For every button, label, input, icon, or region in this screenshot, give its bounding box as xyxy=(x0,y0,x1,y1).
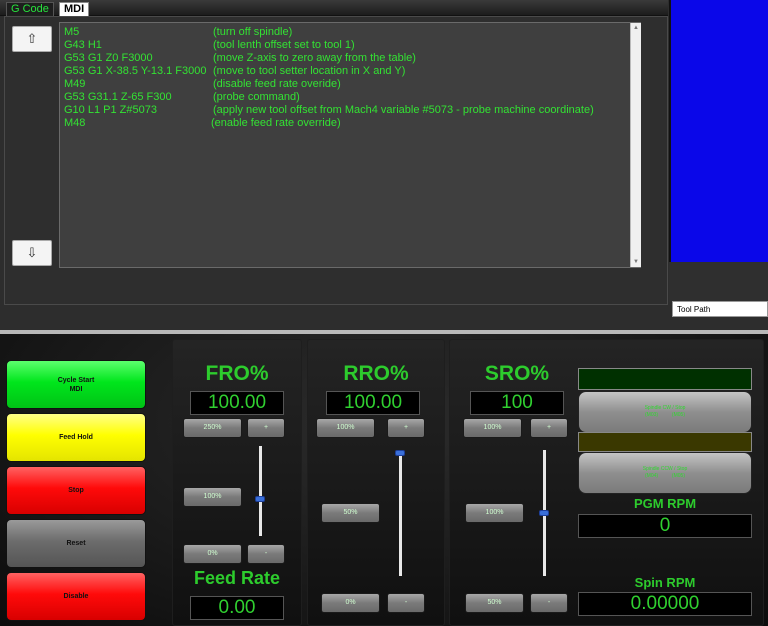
sro-title: SRO% xyxy=(484,362,550,385)
mdi-line-comment: (enable feed rate override) xyxy=(211,117,341,129)
sro-mid-button[interactable]: 100% xyxy=(465,503,524,523)
toolpath-panel-background xyxy=(669,262,768,302)
mdi-line-comment: (turn off spindle) xyxy=(213,26,293,38)
sro-minus-button[interactable]: - xyxy=(530,593,568,613)
mdi-line-code: M5 xyxy=(64,26,80,38)
sro-max-button[interactable]: 100% xyxy=(463,418,522,438)
arrow-up-icon: ⇧ xyxy=(26,31,38,46)
reset-button[interactable]: Reset xyxy=(6,519,146,568)
cycle-start-button[interactable]: Cycle Start MDI xyxy=(6,360,146,409)
tab-bar xyxy=(0,0,668,16)
pgm-rpm-label: PGM RPM xyxy=(633,496,697,511)
feed-rate-value: 0.00 xyxy=(190,596,284,620)
spindle-ccw-label: Spindle CCW / Stop xyxy=(642,466,688,472)
spin-rpm-label: Spin RPM xyxy=(634,575,696,590)
fro-value: 100.00 xyxy=(190,391,284,415)
spindle-cw-button[interactable]: Spindle CW / Stop (M03) (M05) xyxy=(578,391,752,433)
spindle-ccw-codes: (M04) (M05) xyxy=(644,473,685,479)
sro-value: 100 xyxy=(470,391,564,415)
spindle-cw-indicator xyxy=(578,368,752,390)
rro-plus-button[interactable]: + xyxy=(387,418,425,438)
mdi-line-comment: (disable feed rate overide) xyxy=(213,78,341,90)
rro-min-button[interactable]: 0% xyxy=(321,593,380,613)
mdi-line-comment: (apply new tool offset from Mach4 variab… xyxy=(213,104,594,116)
rro-mid-button[interactable]: 50% xyxy=(321,503,380,523)
sro-plus-button[interactable]: + xyxy=(530,418,568,438)
fro-min-button[interactable]: 0% xyxy=(183,544,242,564)
fro-max-button[interactable]: 250% xyxy=(183,418,242,438)
mdi-line-comment: (move Z-axis to zero away from the table… xyxy=(213,52,416,64)
feed-rate-title: Feed Rate xyxy=(193,568,281,588)
rro-slider-thumb[interactable] xyxy=(395,450,405,456)
fro-plus-button[interactable]: + xyxy=(247,418,285,438)
toolpath-view[interactable] xyxy=(669,0,768,262)
mdi-line-code: G53 G1 X-38.5 Y-13.1 F3000 xyxy=(64,65,207,77)
mdi-line-code: G53 G31.1 Z-65 F300 xyxy=(64,91,172,103)
mdi-line-code: G53 G1 Z0 F3000 xyxy=(64,52,153,64)
mdi-line-comment: (probe command) xyxy=(213,91,300,103)
mdi-line-comment: (move to tool setter location in X and Y… xyxy=(213,65,406,77)
tab-tool-path[interactable]: Tool Path xyxy=(672,301,768,317)
fro-slider-thumb[interactable] xyxy=(255,496,265,503)
fro-mid-button[interactable]: 100% xyxy=(183,487,242,507)
fro-title: FRO% xyxy=(205,362,269,385)
tab-gcode[interactable]: G Code xyxy=(6,2,54,16)
rro-value: 100.00 xyxy=(326,391,420,415)
rro-slider-track[interactable] xyxy=(399,450,402,576)
feed-hold-button[interactable]: Feed Hold xyxy=(6,413,146,462)
cycle-start-label: Cycle Start xyxy=(57,376,95,384)
mdi-line-code: G43 H1 xyxy=(64,39,102,51)
cycle-start-mode: MDI xyxy=(69,385,83,393)
fro-slider-track[interactable] xyxy=(259,446,262,536)
spindle-ccw-button[interactable]: Spindle CCW / Stop (M04) (M05) xyxy=(578,452,752,494)
arrow-down-icon: ⇩ xyxy=(26,245,38,260)
spindle-cw-codes: (M03) (M05) xyxy=(644,412,685,418)
editor-scrollbar[interactable]: ▲ ▼ xyxy=(630,23,641,267)
spindle-ccw-indicator xyxy=(578,432,752,452)
mdi-editor[interactable]: M5 (turn off spindle) G43 H1 (tool lenth… xyxy=(59,22,641,268)
tab-mdi[interactable]: MDI xyxy=(59,2,90,16)
rro-title: RRO% xyxy=(343,362,409,385)
mdi-line-code: M49 xyxy=(64,78,86,90)
scroll-down-button[interactable]: ⇩ xyxy=(12,240,52,266)
rro-max-button[interactable]: 100% xyxy=(316,418,375,438)
stop-button[interactable]: Stop xyxy=(6,466,146,515)
mdi-line-code: M48 xyxy=(64,117,86,129)
pgm-rpm-value: 0 xyxy=(578,514,752,538)
sro-min-button[interactable]: 50% xyxy=(465,593,524,613)
rro-minus-button[interactable]: - xyxy=(387,593,425,613)
spindle-cw-label: Spindle CW / Stop xyxy=(644,405,686,411)
scroll-up-button[interactable]: ⇧ xyxy=(12,26,52,52)
scroll-down-arrow-icon[interactable]: ▼ xyxy=(631,259,641,265)
spin-rpm-value: 0.00000 xyxy=(578,592,752,616)
scroll-up-arrow-icon[interactable]: ▲ xyxy=(631,25,641,31)
fro-minus-button[interactable]: - xyxy=(247,544,285,564)
mdi-line-code: G10 L1 P1 Z#5073 xyxy=(64,104,157,116)
mdi-line-comment: (tool lenth offset set to tool 1) xyxy=(213,39,355,51)
disable-button[interactable]: Disable xyxy=(6,572,146,621)
gcode-mdi-area: G Code MDI ⇧ ⇩ M5 (turn off spindle) G43… xyxy=(0,0,768,330)
sro-slider-thumb[interactable] xyxy=(539,510,549,516)
